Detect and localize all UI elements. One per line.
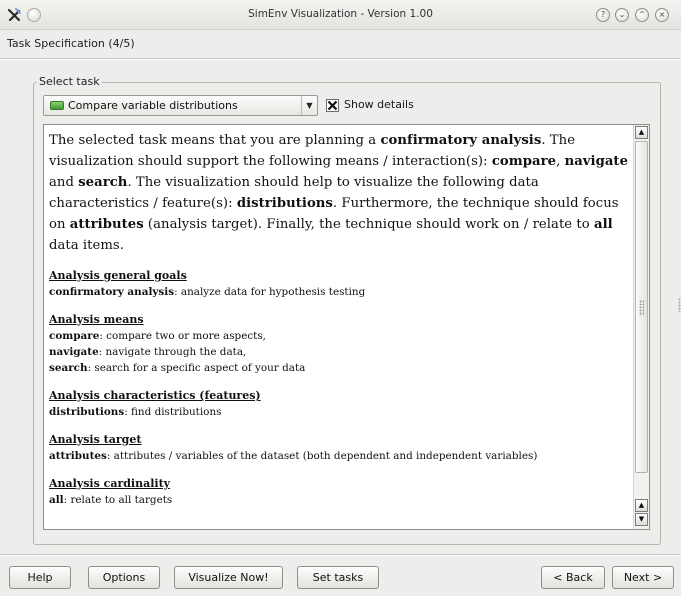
show-details-label[interactable]: Show details [344, 98, 414, 111]
task-combo-box[interactable]: Compare variable distributions ▼ [43, 95, 318, 116]
summary-keyword: compare [491, 154, 557, 169]
section-line: navigate: navigate through the data, [49, 344, 633, 360]
detail-section: Analysis characteristics (features) distr… [49, 388, 633, 420]
task-type-icon [50, 101, 64, 110]
task-combo-value: Compare variable distributions [68, 99, 238, 112]
back-button[interactable]: < Back [541, 566, 605, 589]
summary-text: and [49, 175, 79, 190]
scroll-up-button-lower[interactable]: ▲ [635, 499, 648, 512]
section-term: confirmatory analysis [49, 286, 175, 298]
summary-keyword: all [593, 217, 613, 232]
task-details-content: The selected task means that you are pla… [49, 130, 633, 508]
section-heading: Analysis general goals [49, 269, 187, 282]
scrollbar-thumb[interactable] [635, 141, 648, 473]
detail-section: Analysis means compare: compare two or mo… [49, 312, 633, 376]
title-bar: SimEnv Visualization - Version 1.00 ? ⌄ … [0, 0, 681, 30]
summary-keyword: navigate [564, 154, 629, 169]
header-divider [0, 58, 681, 60]
check-icon [327, 100, 338, 111]
section-heading: Analysis cardinality [49, 477, 171, 490]
task-details-panel[interactable]: The selected task means that you are pla… [43, 124, 650, 530]
section-term: distributions [49, 406, 125, 418]
window-title: SimEnv Visualization - Version 1.00 [248, 8, 433, 20]
section-description: : find distributions [124, 406, 222, 418]
section-description: : navigate through the data, [98, 346, 247, 358]
section-line: attributes: attributes / variables of th… [49, 448, 633, 464]
chevron-down-icon[interactable]: ▼ [301, 96, 317, 115]
section-term: attributes [49, 450, 107, 462]
summary-text: , [556, 154, 565, 169]
visualize-now-button[interactable]: Visualize Now! [174, 566, 283, 589]
summary-keyword: distributions [236, 196, 333, 211]
show-details-checkbox[interactable] [326, 99, 339, 112]
summary-keyword: confirmatory analysis [380, 133, 542, 148]
page-title: Task Specification (4/5) [7, 37, 135, 50]
minimize-icon[interactable]: ⌄ [615, 8, 629, 22]
help-icon[interactable]: ? [596, 8, 610, 22]
scroll-up-button[interactable]: ▲ [635, 126, 648, 139]
next-button[interactable]: Next > [612, 566, 674, 589]
scroll-down-button[interactable]: ▼ [635, 513, 648, 526]
section-line: distributions: find distributions [49, 404, 633, 420]
details-scrollbar[interactable]: ▲ ▲ ▼ [633, 125, 649, 529]
section-line: all: relate to all targets [49, 492, 633, 508]
footer-divider [0, 554, 681, 556]
summary-keyword: attributes [69, 217, 144, 232]
section-heading: Analysis means [49, 313, 144, 326]
summary-text: (analysis target). Finally, the techniqu… [143, 217, 594, 232]
summary-text: data items. [49, 238, 124, 253]
task-detail-sections: Analysis general goals confirmatory analy… [49, 268, 633, 508]
summary-text: The selected task means that you are pla… [49, 133, 381, 148]
section-description: : attributes / variables of the dataset … [106, 450, 538, 462]
help-button[interactable]: Help [9, 566, 71, 589]
section-term: navigate [49, 346, 99, 358]
section-description: : relate to all targets [63, 494, 173, 506]
summary-keyword: search [78, 175, 128, 190]
close-icon[interactable]: × [655, 8, 669, 22]
task-summary-text: The selected task means that you are pla… [49, 130, 633, 256]
section-term: compare [49, 330, 100, 342]
detail-section: Analysis target attributes: attributes / … [49, 432, 633, 464]
section-term: search [49, 362, 88, 374]
section-description: : search for a specific aspect of your d… [87, 362, 306, 374]
section-line: compare: compare two or more aspects, [49, 328, 633, 344]
select-task-group-label: Select task [37, 75, 102, 88]
section-description: : analyze data for hypothesis testing [174, 286, 366, 298]
maximize-icon[interactable]: ⌃ [635, 8, 649, 22]
section-description: : compare two or more aspects, [99, 330, 266, 342]
section-line: search: search for a specific aspect of … [49, 360, 633, 376]
section-line: confirmatory analysis: analyze data for … [49, 284, 633, 300]
detail-section: Analysis cardinality all: relate to all t… [49, 476, 633, 508]
options-button[interactable]: Options [88, 566, 160, 589]
scrollbar-grip-icon [639, 300, 644, 316]
section-heading: Analysis characteristics (features) [49, 389, 261, 402]
set-tasks-button[interactable]: Set tasks [297, 566, 379, 589]
detail-section: Analysis general goals confirmatory analy… [49, 268, 633, 300]
section-term: all [49, 494, 64, 506]
section-heading: Analysis target [49, 433, 142, 446]
